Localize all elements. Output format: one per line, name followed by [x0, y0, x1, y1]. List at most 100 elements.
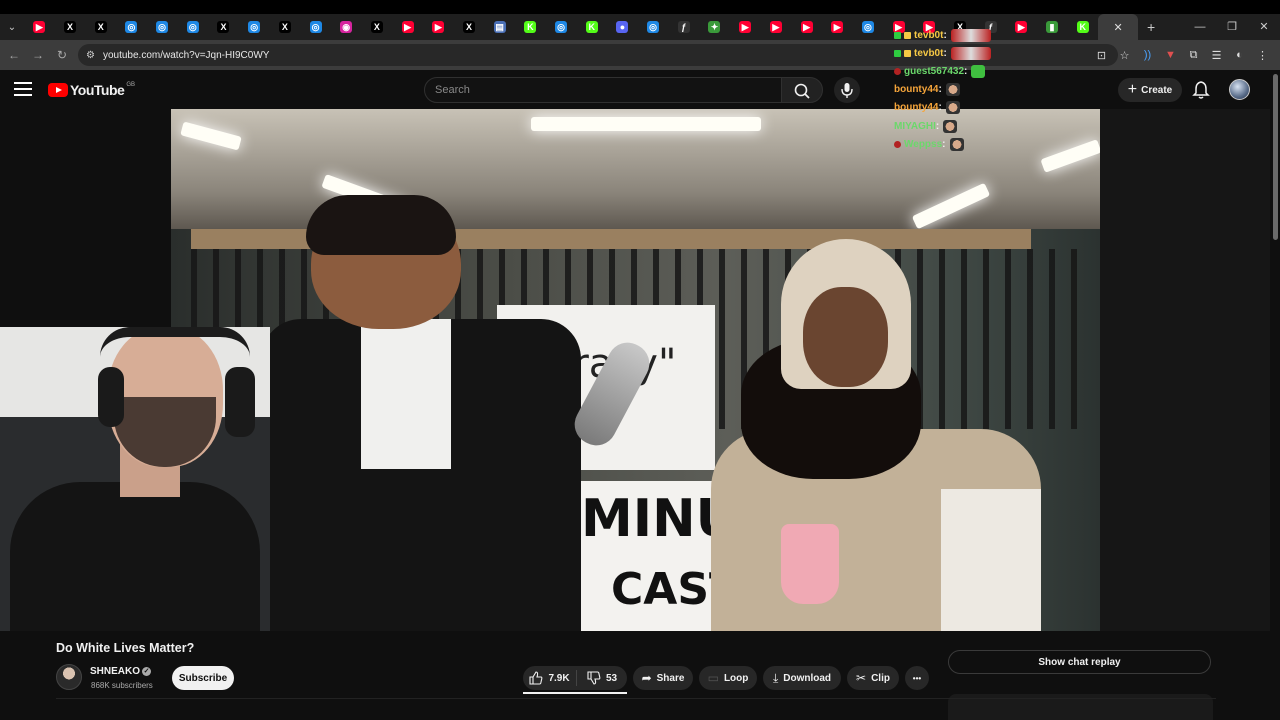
- divider: [56, 698, 1216, 699]
- video-player[interactable]: "Crazy" MINU CAST: [171, 109, 1100, 631]
- browser-tab[interactable]: ▶: [822, 14, 853, 40]
- country-code: GB: [126, 82, 135, 88]
- browser-tab[interactable]: X: [270, 14, 301, 40]
- minimize-icon[interactable]: —: [1184, 14, 1216, 40]
- browser-tab[interactable]: X: [208, 14, 239, 40]
- browser-tab[interactable]: X: [55, 14, 86, 40]
- site-info-icon[interactable]: ⚙: [86, 50, 95, 61]
- tab-search-dropdown[interactable]: ⌄: [0, 14, 24, 40]
- youtube-icon: ▶: [831, 21, 844, 33]
- page-scrollbar[interactable]: [1270, 70, 1280, 720]
- browser-tab[interactable]: K: [1067, 14, 1098, 40]
- browser-tab[interactable]: ▶: [730, 14, 761, 40]
- channel-avatar[interactable]: [56, 664, 82, 690]
- chart-icon: ▮: [1046, 21, 1059, 33]
- close-window-icon[interactable]: ✕: [1248, 14, 1280, 40]
- browser-tab[interactable]: ▶: [423, 14, 454, 40]
- youtube-logo[interactable]: YouTube GB: [48, 82, 135, 98]
- browser-tab[interactable]: ▤: [484, 14, 515, 40]
- browser-tab[interactable]: ◎: [300, 14, 331, 40]
- download-icon: ⤓: [772, 670, 779, 685]
- channel-name[interactable]: SHNEAKO ✓: [90, 666, 152, 677]
- browser-tab-active[interactable]: ✕: [1098, 14, 1139, 40]
- extension-shield-icon[interactable]: ▼: [1159, 49, 1182, 61]
- subscribe-button[interactable]: Subscribe: [172, 666, 234, 690]
- share-arrow-icon: ➦: [641, 671, 652, 685]
- scissors-icon: ✂: [856, 671, 867, 685]
- messenger-icon: ◎: [186, 21, 199, 33]
- x-icon: X: [217, 21, 230, 33]
- reload-icon[interactable]: ↻: [50, 48, 74, 62]
- messenger-icon: ◎: [125, 21, 138, 33]
- browser-tab[interactable]: ◎: [147, 14, 178, 40]
- search-input[interactable]: Search: [424, 77, 782, 103]
- search-button[interactable]: [781, 77, 823, 103]
- browser-tab[interactable]: ◎: [638, 14, 669, 40]
- voice-search-button[interactable]: [834, 77, 860, 103]
- extensions-puzzle-icon[interactable]: ⧉: [1182, 49, 1205, 62]
- scrollbar-thumb[interactable]: [1273, 74, 1278, 240]
- browser-tab[interactable]: X: [454, 14, 485, 40]
- chat-username: Weppss: [904, 138, 943, 150]
- close-tab-icon[interactable]: ✕: [1113, 21, 1122, 34]
- browser-tab[interactable]: ƒ: [668, 14, 699, 40]
- video-info-section: Do White Lives Matter? SHNEAKO ✓ 868K sub…: [0, 631, 1280, 720]
- clip-button[interactable]: ✂ Clip: [847, 666, 899, 690]
- back-icon[interactable]: ←: [2, 48, 26, 62]
- show-chat-replay-button[interactable]: Show chat replay: [948, 650, 1211, 674]
- chat-badge-icon: [894, 67, 901, 75]
- browser-tab[interactable]: ◎: [853, 14, 884, 40]
- share-button[interactable]: ➦ Share: [633, 666, 693, 690]
- create-button[interactable]: + Create: [1118, 78, 1182, 102]
- extension-icons: ⊡ ☆ )) ▼ ⧉ ☰ ◐ ⋮: [1090, 40, 1274, 70]
- bookmark-star-icon[interactable]: ☆: [1113, 49, 1136, 62]
- extension-audio-icon[interactable]: )): [1136, 49, 1159, 61]
- notifications-bell-icon[interactable]: [1192, 80, 1210, 100]
- menu-hamburger-icon[interactable]: [14, 82, 32, 100]
- window-controls: — ❐ ✕: [1184, 14, 1280, 40]
- browser-tab[interactable]: K: [515, 14, 546, 40]
- chat-separator: :: [943, 47, 947, 59]
- browser-tab[interactable]: ●: [607, 14, 638, 40]
- browser-tab[interactable]: ◎: [239, 14, 270, 40]
- more-actions-button[interactable]: •••: [905, 666, 929, 690]
- thumbs-up-icon: [529, 671, 543, 685]
- browser-tab[interactable]: ▶: [791, 14, 822, 40]
- video-ceiling-light: [1040, 139, 1100, 173]
- browser-tab[interactable]: ▶: [392, 14, 423, 40]
- browser-menu-icon[interactable]: ⋮: [1251, 49, 1274, 62]
- restore-icon[interactable]: ❐: [1216, 14, 1248, 40]
- chat-badge-icon: [894, 49, 901, 57]
- chat-message: tevb0t :: [894, 44, 1034, 62]
- verified-check-icon: ✓: [142, 666, 152, 676]
- loop-button[interactable]: ▭ Loop: [699, 666, 757, 690]
- chat-emote-icon: [950, 28, 991, 42]
- profile-icon[interactable]: ◐: [1228, 49, 1251, 61]
- new-tab-button[interactable]: +: [1138, 19, 1164, 35]
- browser-tab[interactable]: ◎: [177, 14, 208, 40]
- messenger-icon: ◎: [861, 21, 874, 33]
- browser-tab[interactable]: X: [362, 14, 393, 40]
- messenger-icon: ◎: [156, 21, 169, 33]
- chat-message: MIYAGHI :: [894, 117, 1034, 135]
- browser-tab[interactable]: ▮: [1037, 14, 1068, 40]
- browser-tab[interactable]: ▶: [24, 14, 55, 40]
- forward-icon[interactable]: →: [26, 48, 50, 62]
- youtube-icon: ▶: [33, 21, 46, 33]
- install-app-icon[interactable]: ⊡: [1090, 49, 1113, 62]
- dislike-button[interactable]: 53: [577, 671, 627, 685]
- browser-tab[interactable]: ◉: [331, 14, 362, 40]
- browser-tab[interactable]: ◎: [546, 14, 577, 40]
- like-button[interactable]: 7.9K: [523, 670, 577, 686]
- browser-tab[interactable]: ◎: [116, 14, 147, 40]
- account-avatar[interactable]: [1229, 79, 1250, 100]
- chat-badge-icon: [904, 49, 911, 57]
- browser-tab[interactable]: ✦: [699, 14, 730, 40]
- browser-tab[interactable]: X: [85, 14, 116, 40]
- microphone-icon: [841, 83, 853, 98]
- browser-tab[interactable]: K: [576, 14, 607, 40]
- browser-tab[interactable]: ▶: [761, 14, 792, 40]
- download-button[interactable]: ⤓ Download: [763, 666, 841, 690]
- like-underline: [523, 692, 627, 694]
- tab-search-icon[interactable]: ☰: [1205, 49, 1228, 62]
